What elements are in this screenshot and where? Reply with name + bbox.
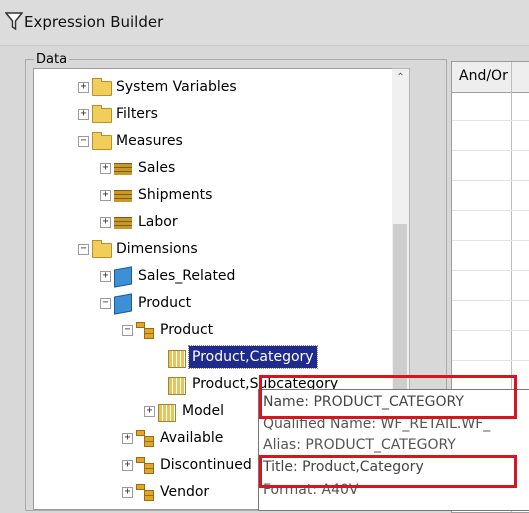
tree-item-label: System Variables <box>116 79 237 95</box>
grid-row[interactable] <box>452 180 529 181</box>
hierarchy-icon <box>136 483 156 501</box>
grid-row[interactable] <box>452 210 529 211</box>
data-group-label: Data <box>34 52 70 67</box>
tree-item-label: Available <box>160 430 224 446</box>
expand-icon[interactable]: + <box>122 487 133 498</box>
expand-icon[interactable]: + <box>100 163 111 174</box>
expand-icon[interactable]: + <box>122 460 133 471</box>
tree-item-label-selected: Product,Category <box>188 345 318 369</box>
title-bar: Expression Builder <box>0 0 529 46</box>
dimension-cube-icon <box>114 293 134 315</box>
tree-item-label: Discontinued <box>160 457 252 473</box>
expand-icon[interactable]: + <box>144 406 155 417</box>
tree-item-label: Product <box>138 295 192 311</box>
window-title: Expression Builder <box>24 13 164 31</box>
expand-icon[interactable]: + <box>100 190 111 201</box>
folder-icon <box>92 240 112 258</box>
tree-item-label: Measures <box>116 133 183 149</box>
expand-icon[interactable]: + <box>78 82 89 93</box>
tree-item-label: Dimensions <box>116 241 198 257</box>
expand-icon[interactable]: + <box>100 217 111 228</box>
collapse-icon[interactable]: − <box>78 244 89 255</box>
field-icon <box>168 348 188 368</box>
tree-item-label: Shipments <box>138 187 213 203</box>
folder-icon <box>92 132 112 150</box>
tree-item-label: Model <box>182 403 225 419</box>
highlight-box-name <box>259 375 517 419</box>
scroll-up-icon[interactable]: ⌃ <box>392 69 409 86</box>
expand-icon[interactable]: + <box>100 271 111 282</box>
grid-row[interactable] <box>452 120 529 121</box>
folder-icon <box>92 78 112 96</box>
hierarchy-icon <box>136 456 156 474</box>
tree-item-label: Sales <box>138 160 176 176</box>
measure-group-icon <box>114 213 134 231</box>
dimension-cube-icon <box>114 266 134 288</box>
highlight-box-title <box>259 455 517 488</box>
tooltip-alias: Alias: PRODUCT_CATEGORY <box>263 437 456 453</box>
tree-item-label: Labor <box>138 214 178 230</box>
grid-row[interactable] <box>452 360 529 361</box>
expand-icon[interactable]: + <box>78 109 89 120</box>
grid-row[interactable] <box>452 240 529 241</box>
expand-icon[interactable]: + <box>122 433 133 444</box>
collapse-icon[interactable]: − <box>100 298 111 309</box>
hierarchy-icon <box>136 321 156 339</box>
grid-row[interactable] <box>452 300 529 301</box>
grid-header: And/Or <box>452 62 529 93</box>
grid-row[interactable] <box>452 150 529 151</box>
grid-row[interactable] <box>452 330 529 331</box>
tree-item-label: Sales_Related <box>138 268 236 284</box>
tree-item-label: Filters <box>116 106 158 122</box>
funnel-icon <box>5 12 23 31</box>
hierarchy-icon <box>136 429 156 447</box>
column-header-and-or[interactable]: And/Or <box>459 68 508 84</box>
collapse-icon[interactable]: − <box>78 136 89 147</box>
tree-item-label: Product <box>160 322 214 338</box>
collapse-icon[interactable]: − <box>122 325 133 336</box>
grid-row[interactable] <box>452 270 529 271</box>
folder-icon <box>92 105 112 123</box>
field-icon <box>158 402 178 422</box>
measure-group-icon <box>114 186 134 204</box>
field-icon <box>168 375 188 395</box>
measure-group-icon <box>114 159 134 177</box>
